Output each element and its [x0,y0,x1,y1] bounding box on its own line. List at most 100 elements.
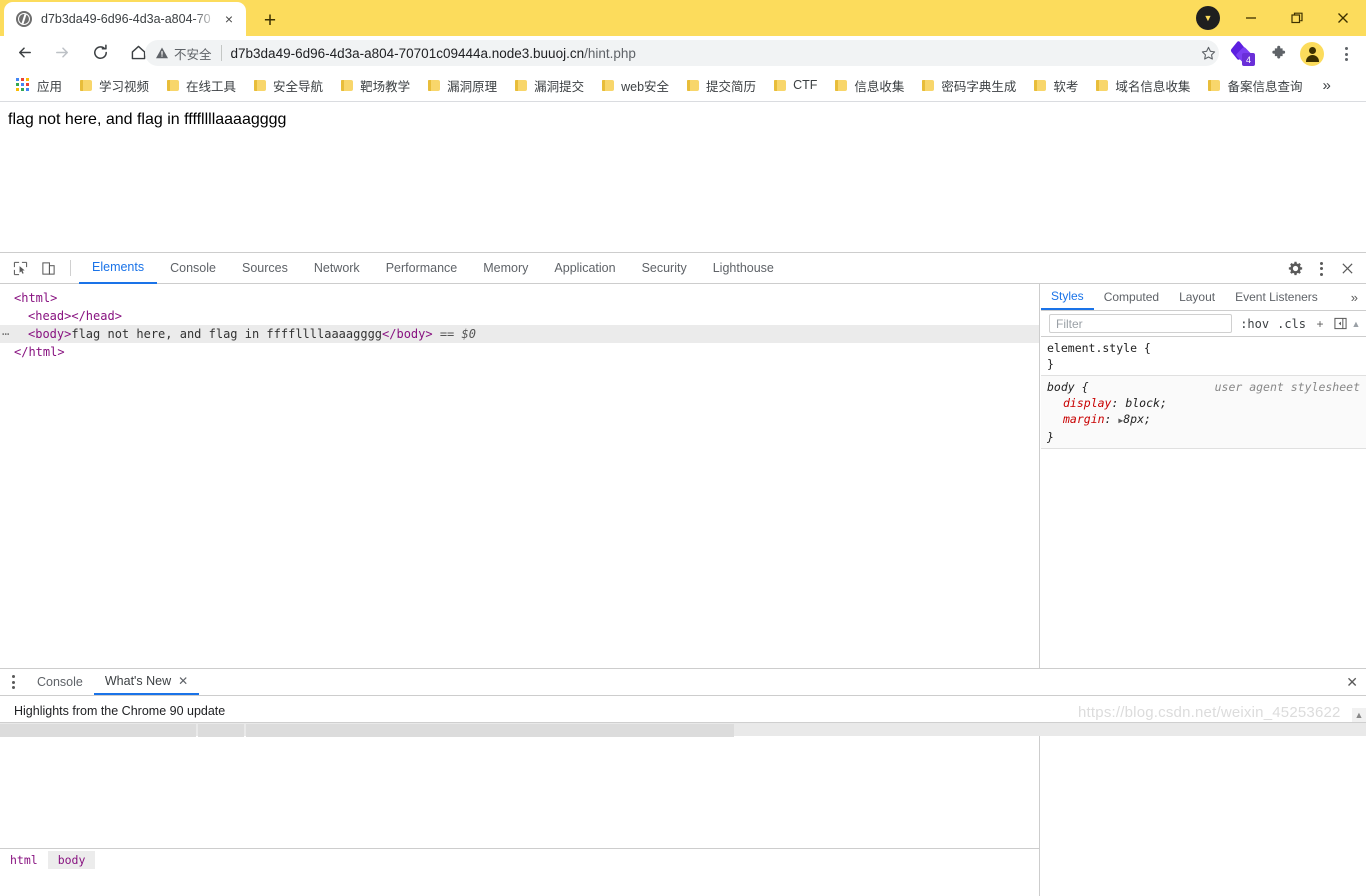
tab-memory[interactable]: Memory [470,253,541,284]
breadcrumb-item-body[interactable]: body [47,850,96,869]
filter-input[interactable]: Filter [1049,314,1233,333]
drawer-tab-console[interactable]: Console [26,669,94,695]
close-icon[interactable] [1334,256,1360,282]
bookmark-item[interactable]: 学习视频 [72,72,157,99]
bookmark-apps[interactable]: 应用 [8,72,70,99]
dom-text-node: flag not here, and flag in ffffllllaaaag… [71,327,383,341]
bookmark-item[interactable]: CTF [766,74,825,96]
gear-icon[interactable] [1282,256,1308,282]
minimize-button[interactable] [1228,0,1274,36]
bookmark-item[interactable]: 在线工具 [159,72,244,99]
drawer-tab-whats-new[interactable]: What's New ✕ [93,669,200,695]
tab-network[interactable]: Network [301,253,373,284]
device-toolbar-icon[interactable] [34,255,62,281]
bookmark-label: CTF [793,78,818,92]
forward-button[interactable] [44,37,80,69]
bookmark-label: 密码字典生成 [941,79,1017,94]
minimize-icon [1246,17,1256,19]
tab-event-listeners[interactable]: Event Listeners [1225,284,1328,310]
scrollbar-corner[interactable]: ▲ [1352,708,1366,722]
css-rule-element-style[interactable]: element.style { } [1041,337,1366,376]
dom-tree-pane[interactable]: <html> <head></head> ⋯ <body>flag not her… [0,284,1040,896]
inspect-element-icon[interactable] [6,255,34,281]
url-text: d7b3da49-6d96-4d3a-a804-70701c09444a.nod… [231,46,1209,61]
bookmarks-overflow-button[interactable]: » [1316,77,1336,94]
kebab-menu-icon[interactable] [1308,256,1334,282]
drawer-menu-icon[interactable] [0,669,26,695]
css-rule-body-ua[interactable]: body { user agent stylesheet display: bl… [1041,376,1366,449]
tab-lighthouse[interactable]: Lighthouse [700,253,787,284]
tab-styles[interactable]: Styles [1041,284,1094,310]
bookmark-item[interactable]: 漏洞原理 [420,72,505,99]
tab-sources[interactable]: Sources [229,253,301,284]
bookmark-item[interactable]: web安全 [594,72,677,99]
security-indicator[interactable]: 不安全 [155,44,212,63]
close-button[interactable] [1320,0,1366,36]
bookmark-item[interactable]: 靶场教学 [333,72,418,99]
hov-toggle[interactable]: :hov [1236,317,1273,331]
drawer-close-button[interactable]: ✕ [1346,669,1358,695]
tab-elements[interactable]: Elements [79,253,158,284]
dom-node-body[interactable]: ⋯ <body>flag not here, and flag in ffffll… [0,325,1039,343]
dom-tag: <html> [14,291,58,305]
reload-icon [93,44,107,59]
whats-new-headline: Highlights from the Chrome 90 update [14,704,226,718]
bookmark-item[interactable]: 信息收集 [827,72,912,99]
avatar[interactable] [1300,42,1324,66]
bookmark-item[interactable]: 密码字典生成 [914,72,1024,99]
folder-icon [687,79,700,91]
address-bar[interactable]: 不安全 d7b3da49-6d96-4d3a-a804-70701c09444a… [145,40,1219,66]
scroll-up-arrow[interactable]: ▲ [1350,319,1362,329]
apps-grid-icon [16,78,30,92]
extensions-button[interactable] [1268,43,1290,65]
dom-node-html-close[interactable]: </html> [0,343,1039,361]
tab-application[interactable]: Application [541,253,628,284]
extension-badge-count: 4 [1242,53,1255,66]
drawer-tab-label: Console [37,675,83,689]
collapse-sidebar-icon [1333,317,1347,330]
bookmark-label: 信息收集 [854,79,905,94]
back-button[interactable] [6,37,42,69]
dom-selected-ref: == $0 [432,327,476,341]
taskbar-segment[interactable] [246,724,734,737]
tab-performance[interactable]: Performance [373,253,471,284]
close-icon[interactable]: × [218,8,240,30]
close-icon[interactable]: ✕ [178,674,188,688]
toggle-sidebar-button[interactable] [1330,317,1350,330]
breadcrumb-item-html[interactable]: html [0,851,48,869]
bookmark-item[interactable]: 安全导航 [246,72,331,99]
bookmark-star-button[interactable] [1196,42,1220,64]
styles-tabs-overflow[interactable]: » [1343,290,1366,305]
styles-filter-bar: Filter :hov .cls + ▲ [1041,311,1366,337]
bookmark-item[interactable]: 提交简历 [679,72,764,99]
expand-ellipsis-icon[interactable]: ⋯ [2,325,10,343]
tab-security[interactable]: Security [629,253,700,284]
css-property-name: margin [1063,412,1105,426]
page-viewport: flag not here, and flag in ffffllllaaaag… [0,102,1366,252]
tab-layout[interactable]: Layout [1169,284,1225,310]
tab-console[interactable]: Console [157,253,229,284]
dom-node-html-open[interactable]: <html> [0,289,1039,307]
reload-button[interactable] [82,37,118,69]
bookmark-item[interactable]: 漏洞提交 [507,72,592,99]
cls-toggle[interactable]: .cls [1273,317,1310,331]
bookmark-item[interactable]: 域名信息收集 [1088,72,1198,99]
browser-tab[interactable]: d7b3da49-6d96-4d3a-a804-70 × [4,2,246,36]
extension-icon[interactable]: 4 [1230,40,1255,66]
folder-icon [515,79,528,91]
new-tab-button[interactable]: + [256,6,284,34]
bookmark-item[interactable]: 软考 [1026,72,1086,99]
taskbar-segment[interactable] [0,724,196,737]
css-declaration[interactable]: display: block; [1047,395,1366,411]
dom-node-head[interactable]: <head></head> [0,307,1039,325]
taskbar-segment[interactable] [198,724,244,737]
tab-computed[interactable]: Computed [1094,284,1169,310]
bookmark-label: web安全 [621,79,670,94]
new-style-rule-button[interactable]: + [1310,317,1330,331]
browser-menu-button[interactable] [1334,42,1358,66]
maximize-button[interactable] [1274,0,1320,36]
update-badge[interactable]: ▼ [1196,6,1220,30]
folder-icon [1034,79,1047,91]
css-declaration[interactable]: margin: ▶8px; [1047,411,1366,429]
bookmark-item[interactable]: 备案信息查询 [1200,72,1310,99]
